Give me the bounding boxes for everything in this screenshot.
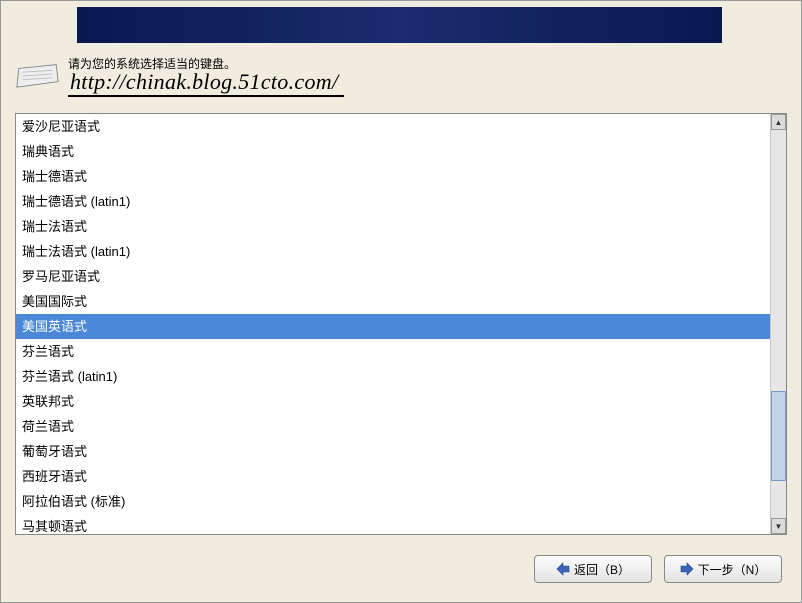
next-button[interactable]: 下一步（N） [664,555,782,583]
keyboard-option[interactable]: 西班牙语式 [16,464,770,489]
keyboard-option[interactable]: 瑞士德语式 [16,164,770,189]
list-content: 爱沙尼亚语式瑞典语式瑞士德语式瑞士德语式 (latin1)瑞士法语式瑞士法语式 … [16,114,770,534]
keyboard-option[interactable]: 瑞典语式 [16,139,770,164]
keyboard-option[interactable]: 荷兰语式 [16,414,770,439]
scroll-up-button[interactable]: ▲ [771,114,786,130]
watermark-link: http://chinak.blog.51cto.com/ [68,69,344,97]
back-button[interactable]: 返回（B） [534,555,652,583]
keyboard-option[interactable]: 美国国际式 [16,289,770,314]
keyboard-option[interactable]: 爱沙尼亚语式 [16,114,770,139]
keyboard-option[interactable]: 瑞士德语式 (latin1) [16,189,770,214]
keyboard-layout-listbox[interactable]: 爱沙尼亚语式瑞典语式瑞士德语式瑞士德语式 (latin1)瑞士法语式瑞士法语式 … [15,113,787,535]
button-bar: 返回（B） 下一步（N） [534,555,782,583]
arrow-right-icon [680,562,694,576]
keyboard-option[interactable]: 葡萄牙语式 [16,439,770,464]
next-button-label: 下一步（N） [698,561,767,578]
header: 请为您的系统选择适当的键盘。 http://chinak.blog.51cto.… [15,55,344,97]
scroll-down-button[interactable]: ▼ [771,518,786,534]
keyboard-option[interactable]: 阿拉伯语式 (标准) [16,489,770,514]
keyboard-option[interactable]: 芬兰语式 [16,339,770,364]
keyboard-icon [15,59,60,91]
scroll-thumb[interactable] [771,391,786,481]
keyboard-option[interactable]: 瑞士法语式 [16,214,770,239]
keyboard-option[interactable]: 罗马尼亚语式 [16,264,770,289]
back-button-label: 返回（B） [574,561,630,578]
scrollbar[interactable]: ▲ ▼ [770,114,786,534]
keyboard-option[interactable]: 瑞士法语式 (latin1) [16,239,770,264]
arrow-left-icon [556,562,570,576]
keyboard-option[interactable]: 马其顿语式 [16,514,770,534]
keyboard-option[interactable]: 美国英语式 [16,314,770,339]
banner-strip [77,7,722,43]
keyboard-option[interactable]: 芬兰语式 (latin1) [16,364,770,389]
keyboard-option[interactable]: 英联邦式 [16,389,770,414]
